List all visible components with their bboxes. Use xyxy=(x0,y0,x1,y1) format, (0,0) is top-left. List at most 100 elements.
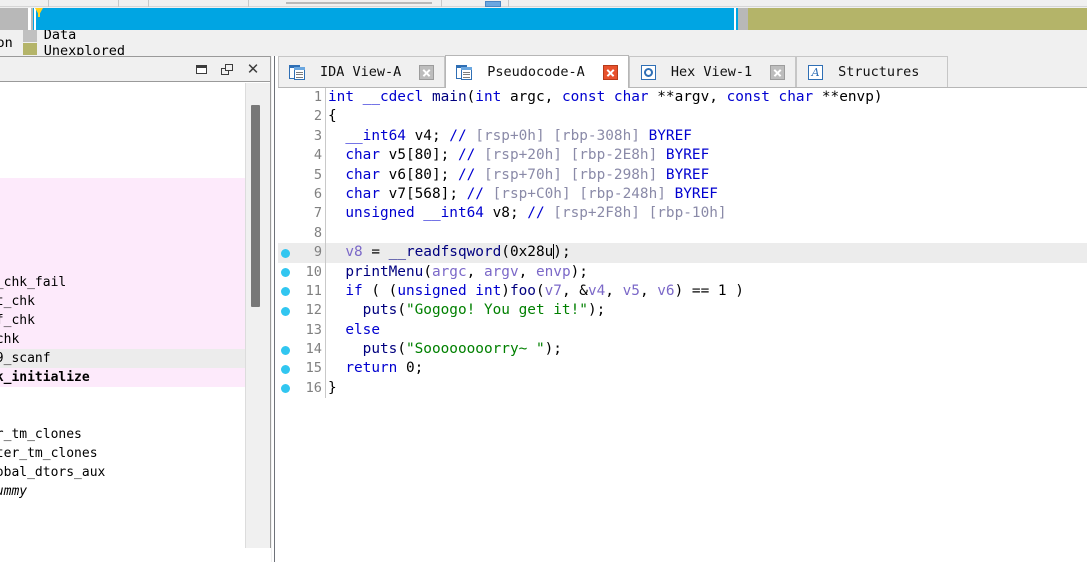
code-line[interactable]: 8 xyxy=(278,223,1087,244)
restore-window-button[interactable] xyxy=(188,58,214,80)
toolbar-field[interactable] xyxy=(286,2,432,4)
navigator-legend: nction Regular functionInstructionDataUn… xyxy=(0,30,1087,55)
code-line[interactable]: 4 char v5[80]; // [rsp+20h] [rbp-2E8h] B… xyxy=(278,146,1087,166)
ida-pro-window: nction Regular functionInstructionDataUn… xyxy=(0,0,1087,562)
code-line[interactable]: 2{ xyxy=(278,107,1087,127)
code-line[interactable]: 14 puts("Soooooooorry~ "); xyxy=(278,340,1087,360)
function-list-item[interactable]: __isoc99_scanf xyxy=(0,349,245,368)
function-list-item[interactable] xyxy=(0,159,245,178)
function-list-item[interactable]: __stack_chk_fail xyxy=(0,273,245,292)
gutter-divider xyxy=(325,301,326,321)
code-text: int __cdecl main(int argc, const char **… xyxy=(328,88,883,107)
code-text: char v6[80]; // [rsp+70h] [rbp-298h] BYR… xyxy=(328,166,709,185)
code-line[interactable]: 9 v8 = __readfsqword(0x28u); xyxy=(278,243,1087,263)
functions-scrollbar[interactable] xyxy=(245,83,270,555)
code-token: if xyxy=(345,282,363,299)
function-name: __read_chk xyxy=(0,332,20,347)
line-number: 11 xyxy=(305,282,322,299)
navigator-segment-unexplored-region xyxy=(748,8,1087,30)
maximize-window-button[interactable] xyxy=(214,58,240,80)
toolbar-separator xyxy=(248,0,249,7)
toolbar-button[interactable] xyxy=(485,1,501,7)
functions-window-titlebar: ✕ xyxy=(0,57,270,82)
code-line[interactable]: 1 int __cdecl main(int argc, const char *… xyxy=(278,88,1087,108)
legend-swatch-icon xyxy=(22,30,37,42)
pseudocode-editor[interactable]: 1 int __cdecl main(int argc, const char *… xyxy=(278,88,1087,562)
code-token: BYREF xyxy=(665,147,710,164)
tab-ida-view-a[interactable]: IDA View-A xyxy=(278,56,446,87)
function-list-item[interactable] xyxy=(0,387,245,406)
function-list-item[interactable] xyxy=(0,102,245,121)
function-list-item[interactable]: deregister_tm_clones xyxy=(0,444,245,463)
toolbar-separator xyxy=(148,0,149,7)
function-list-item[interactable] xyxy=(0,140,245,159)
function-list-item[interactable] xyxy=(0,406,245,425)
code-line[interactable]: 5 char v6[80]; // [rsp+70h] [rbp-298h] B… xyxy=(278,165,1087,185)
tab-label: Hex View-1 xyxy=(670,64,753,80)
code-line[interactable]: 16} xyxy=(278,378,1087,399)
code-token: char xyxy=(328,185,389,202)
code-token: [rsp+0h] [rbp-308h] xyxy=(475,127,649,144)
gutter-divider xyxy=(325,126,326,147)
code-line[interactable]: 6 char v7[568]; // [rsp+C0h] [rbp-248h] … xyxy=(278,184,1087,205)
code-line[interactable]: 13 else xyxy=(278,320,1087,341)
function-list-item[interactable]: __do_global_dtors_aux xyxy=(0,463,245,482)
function-list-item[interactable] xyxy=(0,501,245,520)
tab-structures[interactable]: A Structures xyxy=(796,56,949,87)
function-list-item[interactable] xyxy=(0,254,245,273)
code-line[interactable]: 12 puts("Gogogo! You get it!"); xyxy=(278,301,1087,321)
function-list-item[interactable] xyxy=(0,178,245,197)
gutter-divider xyxy=(325,378,326,399)
code-token: , & xyxy=(561,282,588,299)
function-list-item[interactable] xyxy=(0,197,245,216)
close-window-button[interactable]: ✕ xyxy=(240,58,266,80)
function-name: __stack_chk_fail xyxy=(0,275,67,290)
line-number: 3 xyxy=(313,127,322,144)
code-token: v6[80] xyxy=(388,166,441,183)
code-token: argv xyxy=(483,263,519,280)
code-line[interactable]: 11 if ( (unsigned int)foo(v7, &v4, v5, v… xyxy=(278,281,1087,302)
hex-view-icon xyxy=(640,64,657,81)
gutter-divider xyxy=(325,146,326,166)
function-list-item[interactable]: frame_dummy xyxy=(0,482,245,501)
code-line[interactable]: 10 printMenu(argc, argv, envp); xyxy=(278,262,1087,282)
code-token: ) xyxy=(873,89,883,105)
tab-pseudocode-a[interactable]: Pseudocode-A xyxy=(445,55,629,88)
function-list-item[interactable] xyxy=(0,83,245,102)
function-list-item[interactable]: __memset_chk xyxy=(0,292,245,311)
code-token: ; xyxy=(440,147,458,164)
functions-list[interactable]: __stack_chk_fail __memset_chk __printf_chk… xyxy=(0,83,245,555)
code-token: __int64 xyxy=(328,127,415,144)
code-token: "Gogogo! You get it!" xyxy=(405,302,588,319)
function-list-item[interactable]: _obstack_initialize xyxy=(0,368,245,387)
function-list-item[interactable]: __printf_chk xyxy=(0,311,245,330)
gutter-divider xyxy=(325,223,326,244)
tab-close-icon[interactable] xyxy=(602,64,618,80)
code-line[interactable]: 3 __int64 v4; // [rsp+0h] [rbp-308h] BYR… xyxy=(278,126,1087,147)
function-list-item[interactable]: register_tm_clones xyxy=(0,425,245,444)
code-token: , xyxy=(709,89,727,105)
function-list-item[interactable] xyxy=(0,121,245,140)
line-number: 5 xyxy=(313,166,322,183)
tab-hex-view-1[interactable]: Hex View-1 xyxy=(628,56,797,87)
functions-scrollbar-thumb[interactable] xyxy=(251,105,260,307)
function-list-item[interactable] xyxy=(0,235,245,254)
code-token: // xyxy=(449,127,476,144)
navigator-band[interactable] xyxy=(0,8,1087,30)
gutter-divider xyxy=(325,204,326,224)
code-token: v6 xyxy=(657,282,675,299)
tab-close-icon[interactable] xyxy=(419,64,435,80)
code-line[interactable]: 15 return 0; xyxy=(278,359,1087,379)
code-token: BYREF xyxy=(665,166,710,183)
gutter-divider xyxy=(325,107,326,127)
code-token: const char xyxy=(726,89,822,105)
function-list-item[interactable] xyxy=(0,216,245,235)
function-name: __do_global_dtors_aux xyxy=(0,465,106,480)
function-list-item[interactable] xyxy=(0,520,245,539)
code-token: { xyxy=(328,108,337,125)
function-name: __printf_chk xyxy=(0,313,35,328)
tab-close-icon[interactable] xyxy=(770,64,786,80)
code-text: __int64 v4; // [rsp+0h] [rbp-308h] BYREF xyxy=(328,127,692,146)
code-line[interactable]: 7 unsigned __int64 v8; // [rsp+2F8h] [rb… xyxy=(278,204,1087,224)
function-list-item[interactable]: __read_chk xyxy=(0,330,245,349)
